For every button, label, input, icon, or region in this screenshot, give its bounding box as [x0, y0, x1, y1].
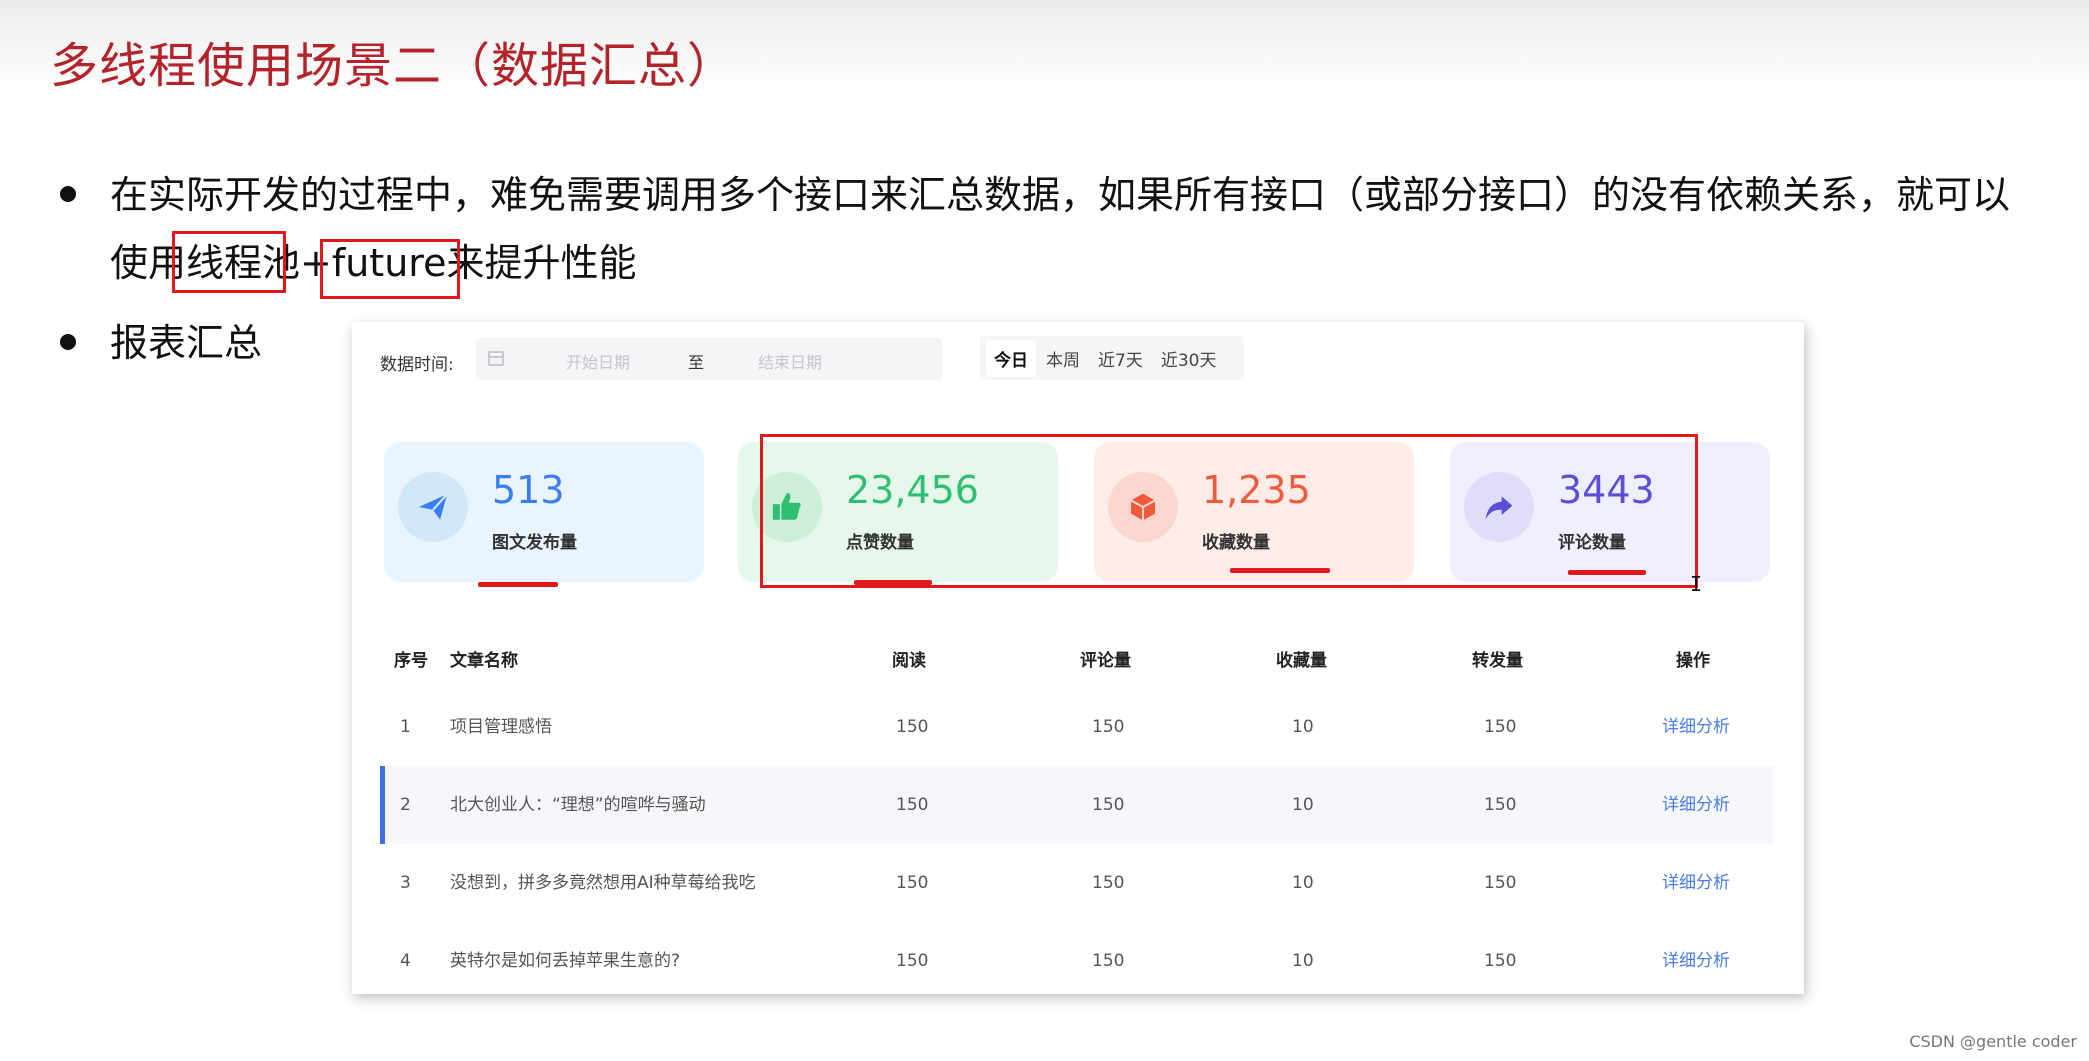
paper-plane-icon — [398, 472, 468, 542]
row-title: 北大创业人：“理想”的喧哗与骚动 — [450, 795, 706, 815]
row-index: 2 — [400, 795, 411, 815]
row-shares: 150 — [1484, 717, 1517, 737]
table-row: 1 项目管理感悟 150 150 10 150 详细分析 — [380, 688, 1774, 766]
row-selected-indicator — [380, 766, 385, 844]
slide-title: 多线程使用场景二（数据汇总） — [50, 38, 737, 94]
highlight-box-threadpool — [172, 231, 286, 293]
date-range-separator: 至 — [688, 353, 705, 372]
detail-analysis-link[interactable]: 详细分析 — [1662, 922, 1730, 1000]
bullet-text-report: 报表汇总 — [110, 321, 263, 365]
stat-card-posts: 513 图文发布量 — [384, 442, 704, 582]
calendar-icon — [488, 351, 504, 366]
row-title: 英特尔是如何丢掉苹果生意的? — [450, 951, 681, 971]
row-comments: 150 — [1092, 717, 1125, 737]
row-index: 1 — [400, 717, 411, 737]
highlight-box-future — [320, 239, 460, 299]
stat-label: 图文发布量 — [492, 533, 577, 553]
row-comments: 150 — [1092, 795, 1125, 815]
text-cursor-icon: I — [1690, 572, 1703, 596]
stat-value: 513 — [492, 468, 565, 512]
range-tabs: 今日 本周 近7天 近30天 — [980, 336, 1244, 380]
row-title: 没想到，拼多多竟然想用AI种草莓给我吃 — [450, 873, 756, 893]
row-shares: 150 — [1484, 795, 1517, 815]
bullet-dot — [60, 334, 76, 350]
row-shares: 150 — [1484, 873, 1517, 893]
row-favorites: 10 — [1292, 717, 1314, 737]
row-reads: 150 — [896, 717, 929, 737]
detail-analysis-link[interactable]: 详细分析 — [1662, 688, 1730, 766]
start-date-input[interactable]: 开始日期 — [566, 349, 630, 373]
date-filter-label: 数据时间: — [380, 355, 454, 375]
row-title: 项目管理感悟 — [450, 717, 552, 737]
tab-last-7-days[interactable]: 近7天 — [1090, 340, 1151, 377]
watermark: CSDN @gentle coder — [1909, 1032, 2077, 1051]
tab-this-week[interactable]: 本周 — [1038, 340, 1088, 377]
row-comments: 150 — [1092, 873, 1125, 893]
detail-analysis-link[interactable]: 详细分析 — [1662, 766, 1730, 844]
row-comments: 150 — [1092, 951, 1125, 971]
red-underline-mark — [478, 582, 558, 587]
row-favorites: 10 — [1292, 873, 1314, 893]
table-row: 2 北大创业人：“理想”的喧哗与骚动 150 150 10 150 详细分析 — [380, 766, 1774, 844]
table-row: 3 没想到，拼多多竟然想用AI种草莓给我吃 150 150 10 150 详细分… — [380, 844, 1774, 922]
date-range-picker[interactable]: 开始日期 至 结束日期 — [476, 338, 942, 380]
bullet-text-line1: 在实际开发的过程中，难免需要调用多个接口来汇总数据，如果所有接口（或部分接口）的… — [110, 173, 2011, 217]
row-index: 4 — [400, 951, 411, 971]
detail-analysis-link[interactable]: 详细分析 — [1662, 844, 1730, 922]
row-reads: 150 — [896, 795, 929, 815]
end-date-input[interactable]: 结束日期 — [758, 349, 822, 373]
row-favorites: 10 — [1292, 795, 1314, 815]
highlight-box-stats — [760, 434, 1698, 588]
row-reads: 150 — [896, 951, 929, 971]
row-shares: 150 — [1484, 951, 1517, 971]
tab-last-30-days[interactable]: 近30天 — [1153, 340, 1225, 377]
row-index: 3 — [400, 873, 411, 893]
table-row: 4 英特尔是如何丢掉苹果生意的? 150 150 10 150 详细分析 — [380, 922, 1774, 1000]
bullet-dot — [60, 186, 76, 202]
row-favorites: 10 — [1292, 951, 1314, 971]
row-reads: 150 — [896, 873, 929, 893]
tab-today[interactable]: 今日 — [986, 339, 1036, 377]
dashboard-screenshot: 数据时间: 开始日期 至 结束日期 今日 本周 近7天 近30天 513 图文发… — [352, 322, 1804, 994]
